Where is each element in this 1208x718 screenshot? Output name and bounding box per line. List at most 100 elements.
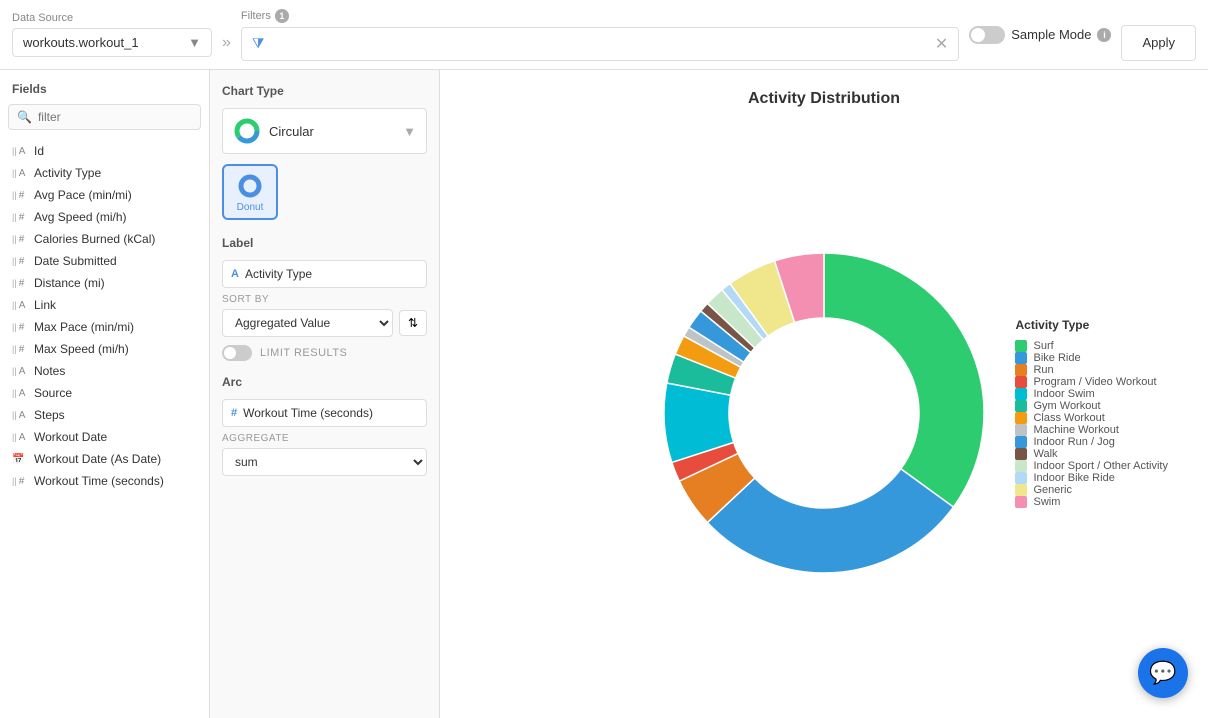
legend-items: Surf Bike Ride Run Program / Video Worko…	[1015, 340, 1168, 508]
field-item[interactable]: || A Workout Date	[8, 426, 201, 448]
datasource-value: workouts.workout_1	[23, 35, 139, 50]
legend-label: Surf	[1033, 340, 1053, 352]
field-type-icon: || #	[12, 344, 28, 355]
filters-bar[interactable]: ⧩ ✕	[241, 27, 959, 61]
sort-order-button[interactable]: ⇅	[399, 310, 427, 336]
legend-item: Program / Video Workout	[1015, 376, 1168, 388]
legend-label: Class Workout	[1033, 412, 1104, 424]
sample-mode-toggle[interactable]	[969, 26, 1005, 44]
fields-list: || A Id || A Activity Type || # Avg Pace…	[8, 140, 201, 492]
legend-item: Indoor Bike Ride	[1015, 472, 1168, 484]
filters-count-badge: 1	[275, 9, 289, 23]
chart-type-inner: Circular	[233, 117, 314, 145]
field-item[interactable]: 📅 Workout Date (As Date)	[8, 448, 201, 470]
legend-item: Walk	[1015, 448, 1168, 460]
fields-search-input[interactable]	[38, 110, 193, 124]
field-name: Avg Speed (mi/h)	[34, 210, 127, 224]
field-type-icon: || A	[12, 366, 28, 377]
legend-color	[1015, 412, 1027, 424]
field-type-icon: || A	[12, 300, 28, 311]
legend-color	[1015, 388, 1027, 400]
field-type-icon: || A	[12, 432, 28, 443]
field-item[interactable]: || # Calories Burned (kCal)	[8, 228, 201, 250]
field-name: Date Submitted	[34, 254, 117, 268]
search-icon: 🔍	[17, 110, 32, 124]
legend-color	[1015, 364, 1027, 376]
field-item[interactable]: || # Date Submitted	[8, 250, 201, 272]
legend-label: Indoor Sport / Other Activity	[1033, 460, 1168, 472]
limit-results-toggle[interactable]	[222, 345, 252, 361]
chat-bubble-button[interactable]: 💬	[1138, 648, 1188, 698]
aggregate-select[interactable]: sum avg count min max	[222, 448, 427, 476]
label-field-name: Activity Type	[245, 267, 312, 281]
field-item[interactable]: || # Avg Pace (min/mi)	[8, 184, 201, 206]
sample-mode-label: Sample Mode	[1011, 27, 1091, 42]
legend-label: Indoor Swim	[1033, 388, 1094, 400]
field-type-icon: || A	[12, 410, 28, 421]
field-item[interactable]: || A Id	[8, 140, 201, 162]
legend-color	[1015, 400, 1027, 412]
field-item[interactable]: || A Activity Type	[8, 162, 201, 184]
aggregate-label: AGGREGATE	[222, 433, 427, 444]
legend-color	[1015, 484, 1027, 496]
chart-segment	[824, 253, 984, 507]
legend-color	[1015, 424, 1027, 436]
field-item[interactable]: || A Steps	[8, 404, 201, 426]
field-item[interactable]: || # Max Speed (mi/h)	[8, 338, 201, 360]
clear-filters-button[interactable]: ✕	[935, 34, 948, 54]
donut-label: Donut	[237, 202, 264, 213]
arc-field-pill[interactable]: # Workout Time (seconds)	[222, 399, 427, 427]
fields-title: Fields	[8, 82, 201, 96]
field-item[interactable]: || # Workout Time (seconds)	[8, 470, 201, 492]
datasource-select[interactable]: workouts.workout_1 ▼	[12, 28, 212, 57]
legend-color	[1015, 472, 1027, 484]
field-type-icon: || #	[12, 190, 28, 201]
chart-container: Activity Type Surf Bike Ride Run Program…	[460, 128, 1188, 698]
legend-item: Class Workout	[1015, 412, 1168, 424]
field-name: Avg Pace (min/mi)	[34, 188, 132, 202]
field-name: Activity Type	[34, 166, 101, 180]
field-item[interactable]: || # Distance (mi)	[8, 272, 201, 294]
chart-type-selector[interactable]: Circular ▼	[222, 108, 427, 154]
field-name: Source	[34, 386, 72, 400]
pipe-arrow-icon: »	[222, 34, 231, 52]
field-item[interactable]: || A Link	[8, 294, 201, 316]
donut-variant-button[interactable]: Donut	[222, 164, 278, 220]
chart-title: Activity Distribution	[748, 90, 900, 108]
field-item[interactable]: || # Avg Speed (mi/h)	[8, 206, 201, 228]
chevron-down-icon: ▼	[188, 35, 201, 50]
label-field-pill[interactable]: A Activity Type	[222, 260, 427, 288]
fields-search[interactable]: 🔍	[8, 104, 201, 130]
legend-label: Indoor Bike Ride	[1033, 472, 1114, 484]
circular-chart-icon	[233, 117, 261, 145]
field-name: Calories Burned (kCal)	[34, 232, 155, 246]
filters-label: Filters	[241, 10, 271, 22]
donut-icon	[236, 172, 264, 200]
sort-by-row: Aggregated Value ⇅	[222, 309, 427, 337]
legend-color	[1015, 340, 1027, 352]
datasource-section: Data Source workouts.workout_1 ▼	[12, 12, 212, 57]
field-item[interactable]: || A Source	[8, 382, 201, 404]
main-layout: Fields 🔍 || A Id || A Activity Type || #…	[0, 70, 1208, 718]
legend-label: Indoor Run / Jog	[1033, 436, 1114, 448]
field-type-icon: || #	[12, 476, 28, 487]
field-name: Workout Date	[34, 430, 107, 444]
sort-by-select[interactable]: Aggregated Value	[222, 309, 393, 337]
field-name: Id	[34, 144, 44, 158]
label-section-title: Label	[222, 236, 427, 250]
field-type-icon: || A	[12, 168, 28, 179]
field-name: Steps	[34, 408, 65, 422]
label-field-type-icon: A	[231, 268, 239, 280]
legend-item: Run	[1015, 364, 1168, 376]
datasource-label: Data Source	[12, 12, 212, 24]
field-item[interactable]: || A Notes	[8, 360, 201, 382]
limit-results-label: LIMIT RESULTS	[260, 347, 347, 359]
field-item[interactable]: || # Max Pace (min/mi)	[8, 316, 201, 338]
legend-item: Indoor Swim	[1015, 388, 1168, 400]
arc-section-title: Arc	[222, 375, 427, 389]
apply-button[interactable]: Apply	[1121, 25, 1196, 61]
sort-by-label: SORT BY	[222, 294, 427, 305]
chart-config-panel: Chart Type Circular ▼ Donut Label	[210, 70, 440, 718]
legend: Activity Type Surf Bike Ride Run Program…	[1015, 318, 1168, 508]
toolbar: Data Source workouts.workout_1 ▼ » Filte…	[0, 0, 1208, 70]
